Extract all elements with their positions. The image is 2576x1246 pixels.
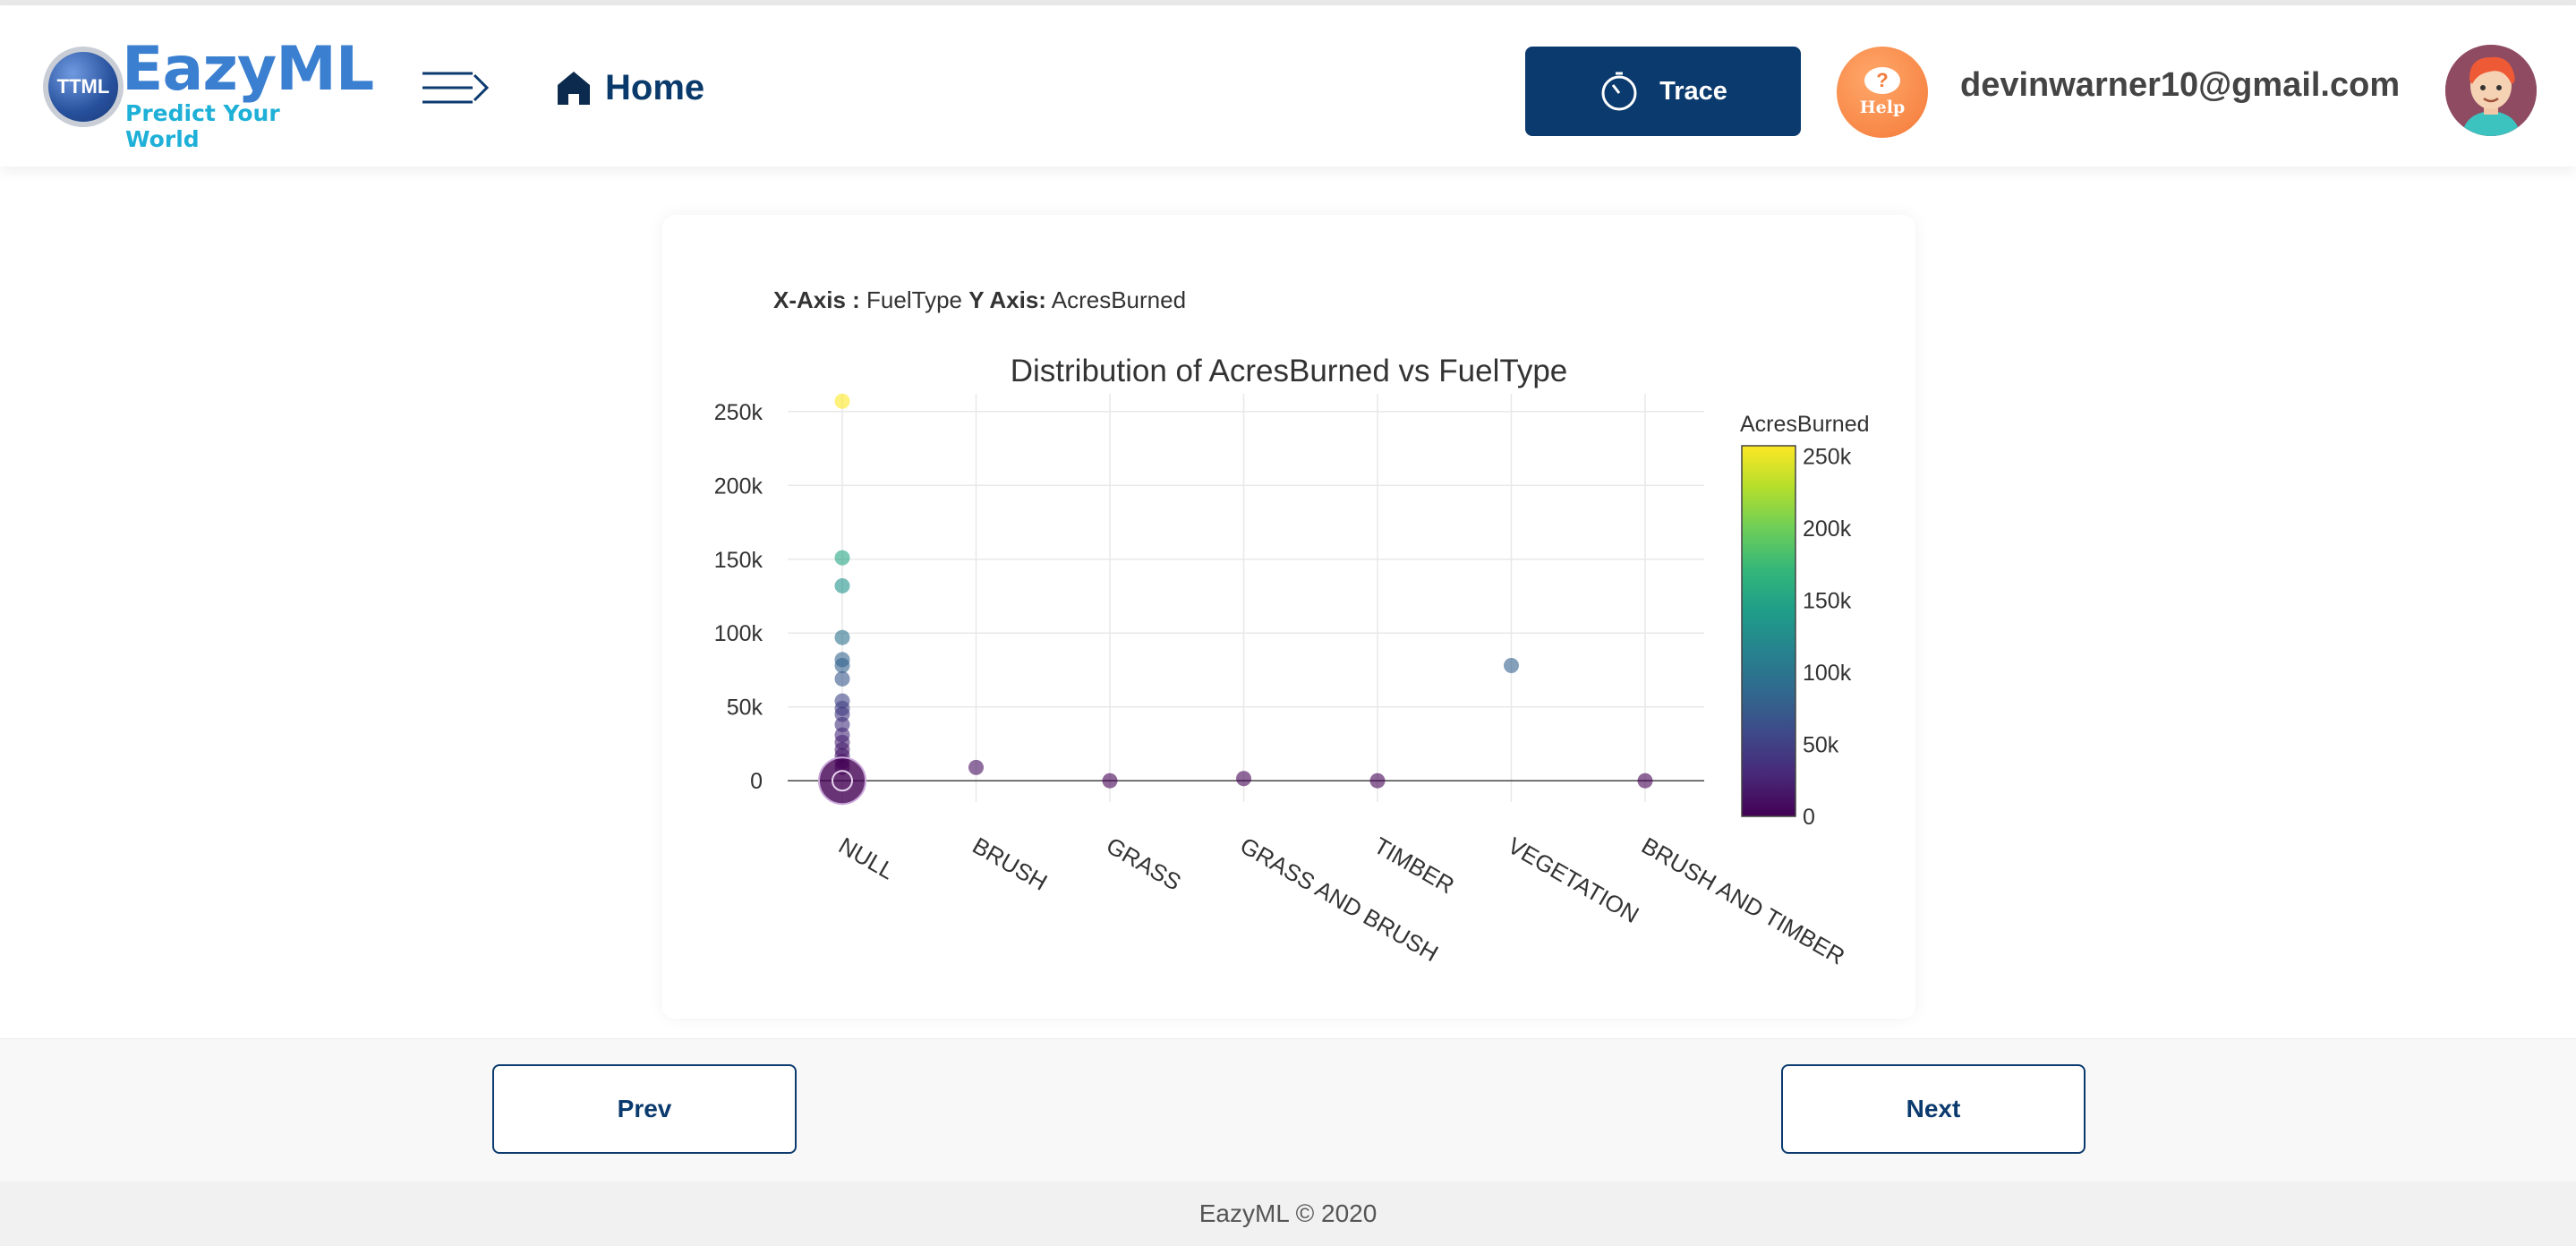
colorbar-tick-label: 150k (1803, 588, 1852, 613)
x-tick-label: BRUSH (968, 832, 1053, 895)
scatter-point (834, 393, 850, 409)
scatter-point (834, 670, 850, 687)
y-tick-label: 50k (727, 696, 763, 721)
colorbar-tick-label: 0 (1803, 805, 1815, 830)
colorbar: AcresBurned 0 50k 100k 150k 200k 250k (1740, 412, 1870, 830)
scatter-point (1236, 771, 1251, 787)
scatter-point (1637, 772, 1653, 789)
grid-layer (788, 394, 1704, 802)
colorbar-tick-label: 50k (1803, 732, 1839, 757)
trace-button[interactable]: Trace (1525, 47, 1801, 136)
colorbar-title: AcresBurned (1740, 412, 1870, 437)
home-link[interactable]: Home (555, 63, 704, 113)
scatter-point (834, 629, 850, 645)
x-tick-label: TIMBER (1369, 832, 1459, 899)
colorbar-gradient (1741, 445, 1796, 817)
chart-card: X-Axis : FuelType Y Axis: AcresBurned Di… (662, 215, 1915, 1019)
y-tick-label: 150k (714, 548, 763, 573)
app-header: TTML EazyML Predict Your World Home Trac… (0, 5, 2576, 166)
y-tick-label: 0 (750, 769, 763, 794)
help-label: Help (1859, 98, 1906, 117)
scatter-point (968, 759, 984, 775)
logo-globe-icon: TTML (43, 47, 124, 127)
logo-name: EazyML (122, 34, 374, 105)
eazyml-logo[interactable]: TTML EazyML Predict Your World (43, 34, 374, 152)
chart-title: Distribution of AcresBurned vs FuelType (1011, 354, 1568, 388)
y-tick-label: 250k (714, 400, 763, 425)
copyright-text: EazyML © 2020 (1198, 1199, 1378, 1227)
logo-tagline: Predict Your World (125, 100, 280, 152)
help-button[interactable]: ? Help (1837, 47, 1928, 138)
colorbar-tick-label: 200k (1803, 516, 1852, 542)
navigation-bar (0, 1038, 2576, 1182)
colorbar-tick-label: 250k (1803, 444, 1852, 469)
trace-label: Trace (1659, 76, 1727, 106)
hamburger-arrow-icon[interactable] (421, 70, 490, 106)
scatter-chart: Distribution of AcresBurned vs FuelType … (714, 354, 1870, 970)
home-label: Home (605, 67, 705, 107)
points-layer (818, 393, 1653, 806)
x-tick-label: BRUSH AND TIMBER (1637, 832, 1849, 969)
y-tick-label: 200k (714, 474, 763, 499)
colorbar-tick-label: 100k (1803, 661, 1852, 686)
scatter-point (1102, 772, 1118, 789)
x-tick-label: NULL (834, 832, 900, 884)
scatter-point (834, 550, 850, 566)
prev-button[interactable]: Prev (492, 1064, 797, 1154)
x-tick-label: VEGETATION (1504, 832, 1644, 928)
next-button[interactable]: Next (1781, 1064, 2086, 1154)
stopwatch-icon (1601, 72, 1637, 111)
scatter-point (834, 577, 850, 593)
logo-badge-text: TTML (56, 75, 110, 98)
scatter-point (834, 658, 850, 674)
user-email: devinwarner10@gmail.com (1960, 66, 2401, 104)
user-avatar-icon (2445, 45, 2537, 136)
y-tick-label: 100k (714, 621, 763, 646)
scatter-point (1504, 658, 1519, 674)
x-tick-label: GRASS (1102, 832, 1186, 895)
home-icon (558, 72, 590, 105)
chat-bubble-icon: ? (1864, 67, 1900, 94)
avatar[interactable] (2445, 45, 2537, 136)
scatter-point (818, 756, 866, 806)
scatter-point (1369, 772, 1386, 789)
